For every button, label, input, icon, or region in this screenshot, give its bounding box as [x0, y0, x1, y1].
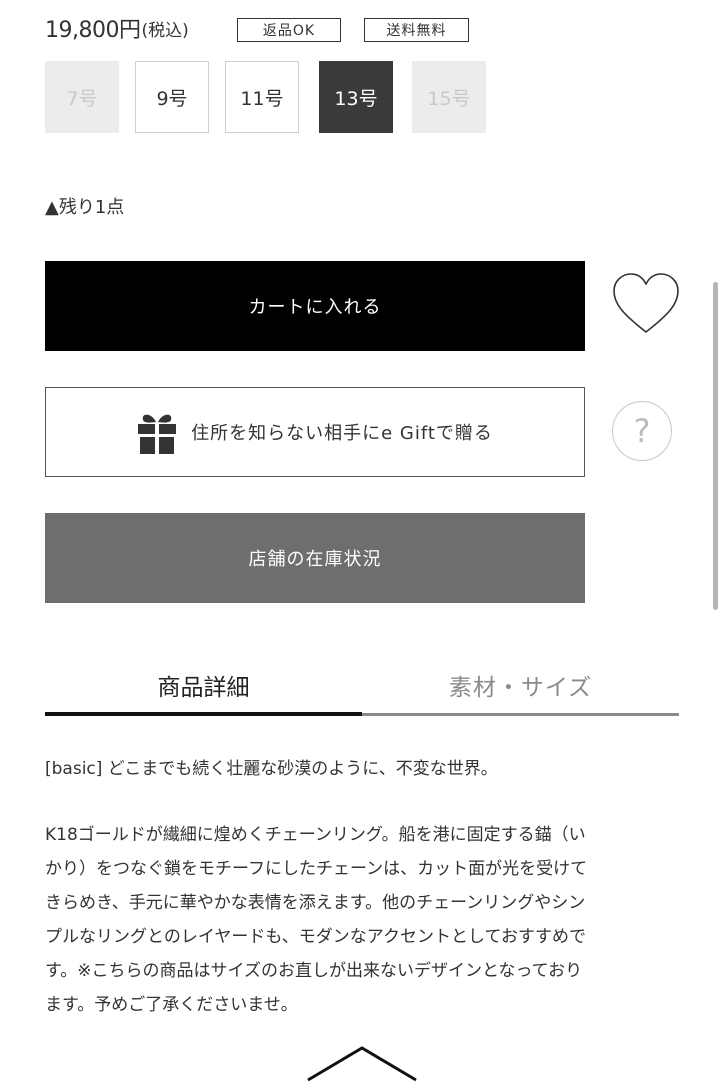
description-line: きらめき、手元に華やかな表情を添えます。他のチェーンリングやシン [45, 893, 586, 913]
egift-button[interactable]: 住所を知らない相手にe Giftで贈る [45, 387, 585, 477]
egift-label: 住所を知らない相手にe Giftで贈る [191, 423, 493, 444]
description-line: かり）をつなぐ鎖をモチーフにしたチェーンは、カット面が光を受けて [45, 859, 588, 879]
description-intro: [basic] どこまでも続く壮麗な砂漠のように、不変な世界。 [45, 759, 498, 779]
tax-note: (税込) [141, 20, 189, 41]
price: 19,800円 [45, 18, 141, 43]
size-option-7: 7号 [45, 61, 119, 133]
product-tabs: 商品詳細 素材・サイズ [45, 660, 679, 717]
gift-icon [137, 409, 177, 455]
active-tab-indicator [45, 712, 362, 716]
tab-divider-line [362, 713, 679, 716]
question-icon[interactable]: ? [612, 401, 672, 461]
help-glyph: ? [633, 412, 651, 450]
heart-icon[interactable] [611, 272, 681, 336]
description-line: K18ゴールドが繊細に煌めくチェーンリング。船を港に固定する錨（い [45, 825, 586, 845]
returns-badge: 返品OK [237, 18, 341, 42]
size-option-9[interactable]: 9号 [135, 61, 209, 133]
description-line: プルなリングとのレイヤードも、モダンなアクセントとしておすすめで [45, 927, 586, 947]
description-body: K18ゴールドが繊細に煌めくチェーンリング。船を港に固定する錨（い かり）をつな… [45, 818, 685, 1022]
chevron-up-icon[interactable] [306, 1044, 418, 1084]
size-option-15: 15号 [412, 61, 486, 133]
add-to-cart-button[interactable]: カートに入れる [45, 261, 585, 351]
store-stock-label: 店舗の在庫状況 [248, 549, 382, 570]
price-row: 19,800円 (税込) [45, 10, 189, 46]
add-to-cart-label: カートに入れる [248, 297, 382, 318]
free-shipping-badge: 送料無料 [364, 18, 469, 42]
size-option-13[interactable]: 13号 [319, 61, 393, 133]
scrollbar[interactable] [713, 282, 718, 610]
tab-product-details[interactable]: 商品詳細 [45, 660, 362, 710]
size-option-11[interactable]: 11号 [225, 61, 299, 133]
stock-status: ▲残り1点 [45, 197, 125, 218]
store-stock-button[interactable]: 店舗の在庫状況 [45, 513, 585, 603]
tab-material-size[interactable]: 素材・サイズ [362, 660, 679, 710]
description-line: す。※こちらの商品はサイズのお直しが出来ないデザインとなっており [45, 961, 583, 981]
description-line: ます。予めご了承くださいませ。 [45, 995, 298, 1015]
